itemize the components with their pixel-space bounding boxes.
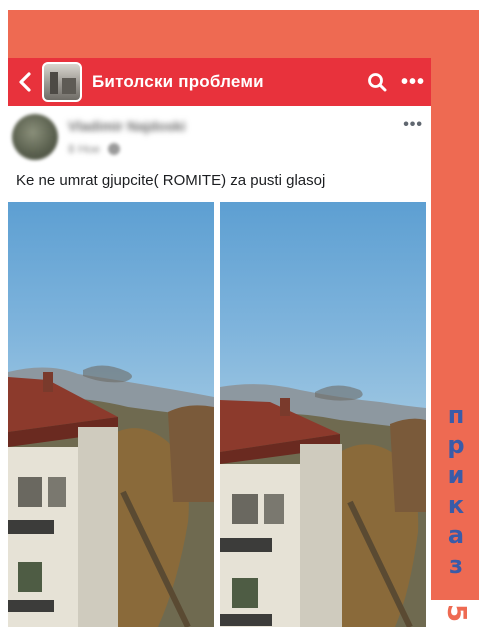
post-meta: 8 Ноe	[68, 142, 403, 156]
side-label-letter: а	[447, 521, 465, 549]
chevron-left-icon[interactable]	[8, 58, 42, 106]
group-app-bar: Битолски проблеми •••	[8, 58, 431, 106]
side-label-letter: з	[449, 551, 463, 579]
side-label-letter: и	[447, 461, 465, 489]
post-card: Vladimir Najdoski 8 Ноe ••• Ke ne umrat …	[8, 106, 431, 627]
group-avatar[interactable]	[42, 62, 82, 102]
author-block: Vladimir Najdoski 8 Ноe	[68, 118, 403, 156]
more-horizontal-icon[interactable]: •••	[403, 116, 423, 134]
photo-grid	[8, 202, 431, 627]
post-text: Ke ne umrat gjupcite( ROMITE) za pusti g…	[16, 172, 326, 189]
side-label-letter: п	[447, 401, 465, 429]
side-label-word: п р и к а з	[441, 400, 471, 580]
page-frame: Битолски проблеми ••• Vladimir Najdoski …	[0, 0, 487, 627]
side-label-letter: р	[447, 431, 465, 459]
post-header: Vladimir Najdoski 8 Ноe •••	[8, 106, 431, 168]
group-title[interactable]: Битолски проблеми	[92, 72, 359, 92]
more-horizontal-icon[interactable]: •••	[395, 58, 431, 106]
side-label-letter: к	[447, 491, 465, 519]
search-icon[interactable]	[359, 58, 395, 106]
author-avatar[interactable]	[12, 114, 58, 160]
globe-icon	[108, 143, 121, 155]
post-photo[interactable]	[220, 202, 426, 627]
accent-band-top	[8, 10, 479, 62]
page-number: 5	[441, 603, 471, 623]
post-photo[interactable]	[8, 202, 214, 627]
author-name[interactable]: Vladimir Najdoski	[68, 118, 185, 134]
post-time[interactable]: 8 Ноe	[68, 142, 100, 156]
